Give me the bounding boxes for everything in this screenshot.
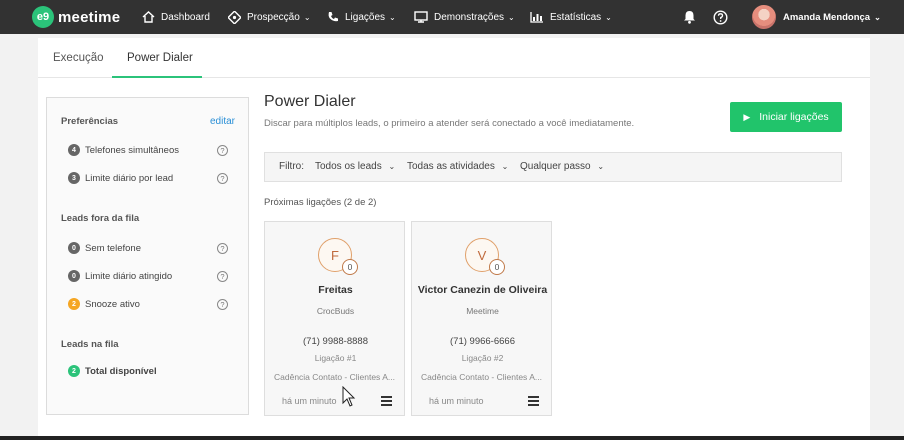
filter-leads-value: Todos os leads [315,161,382,172]
chevron-down-icon: ⌄ [605,12,612,22]
mouse-cursor-icon [342,386,356,407]
nav-estatisticas-label: Estatísticas [550,11,602,23]
pref-simultaneous-phones: 4 Telefones simultâneos [68,143,179,157]
count-badge: 0 [68,270,80,282]
filter-activities-value: Todas as atividades [407,161,495,172]
active-tab-indicator [112,76,202,78]
power-dialer-sidebar: Preferências editar 4 Telefones simultân… [46,97,249,415]
lead-cadence: Cadência Contato - Clientes A... [421,372,542,382]
lead-card[interactable]: V 0 Victor Canezin de Oliveira Meetime (… [411,221,552,416]
lead-name: Freitas [318,284,353,296]
chevron-down-icon: ⌄ [303,12,311,22]
queue-label: Total disponível [85,365,157,377]
nav-estatisticas[interactable]: Estatísticas ⌄ [530,0,612,34]
page-subtitle: Discar para múltiplos leads, o primeiro … [264,118,635,129]
nav-demonstracoes-label: Demonstrações [434,11,505,23]
phone-icon [328,12,338,22]
filter-label: Filtro: [279,161,304,172]
play-icon: ▶ [743,111,751,122]
nav-prospeccao-label: Prospecção [247,11,300,23]
nav-dashboard[interactable]: Dashboard [142,0,210,34]
notifications-bell-icon[interactable] [680,8,698,26]
chevron-down-icon: ⌄ [508,12,515,22]
monitor-icon [414,11,428,23]
out-of-queue-title: Leads fora da fila [61,213,140,224]
chevron-down-icon: ⌄ [501,162,509,171]
target-icon [228,10,241,24]
tabs-bar: Execução Power Dialer [38,38,870,78]
chevron-down-icon: ⌄ [874,12,881,22]
lead-cadence: Cadência Contato - Clientes A... [274,372,395,382]
nav-ligacoes[interactable]: Ligações ⌄ [327,0,396,34]
chevron-down-icon: ⌄ [389,12,396,22]
queue-total-available: 2 Total disponível [68,364,157,378]
user-avatar[interactable] [752,5,776,29]
start-calls-label: Iniciar ligações [759,111,829,123]
lead-call-number: Ligação #1 [314,353,357,363]
out-label: Snooze ativo [85,298,140,310]
out-snooze-active: 2 Snooze ativo [68,297,140,311]
in-queue-title: Leads na fila [61,339,119,350]
out-label: Limite diário atingido [85,270,173,282]
lead-company: Meetime [466,306,499,316]
help-icon[interactable]: ? [217,145,228,156]
count-badge: 2 [68,365,80,377]
nav-prospeccao[interactable]: Prospecção ⌄ [228,0,311,34]
chevron-down-icon: ⌄ [597,162,605,171]
help-icon[interactable]: ? [217,299,228,310]
lead-call-count-badge: 0 [489,259,505,275]
lead-time: há um minuto [282,396,337,406]
pref-daily-limit: 3 Limite diário por lead [68,171,173,185]
nav-dashboard-label: Dashboard [161,11,210,23]
filter-step-value: Qualquer passo [520,161,591,172]
filter-bar: Filtro: Todos os leads ⌄ Todas as ativid… [264,152,842,182]
lead-company: CrocBuds [316,306,355,316]
menu-icon[interactable] [381,396,392,406]
lead-phone: (71) 9988-8888 [303,336,368,347]
nav-demonstracoes[interactable]: Demonstrações ⌄ [414,0,515,34]
menu-icon[interactable] [528,396,539,406]
chart-icon [530,12,543,23]
out-daily-limit-reached: 0 Limite diário atingido [68,269,172,283]
lead-time: há um minuto [429,396,484,406]
filter-leads-dropdown[interactable]: Todos os leads ⌄ [315,161,395,172]
count-badge: 0 [68,242,80,254]
lead-card[interactable]: F 0 Freitas CrocBuds (71) 9988-8888 Liga… [264,221,405,416]
main-panel: Execução Power Dialer Preferências edita… [38,38,870,440]
meetime-logo[interactable]: e9 meetime [32,6,120,28]
logo-mark: e9 [32,6,54,28]
tab-execucao[interactable]: Execução [53,52,104,64]
edit-preferences-link[interactable]: editar [210,116,235,127]
lead-call-number: Ligação #2 [461,353,504,363]
count-badge: 3 [68,172,80,184]
start-calls-button[interactable]: ▶ Iniciar ligações [730,102,842,132]
help-icon[interactable]: ? [217,243,228,254]
tab-power-dialer[interactable]: Power Dialer [127,52,193,64]
preferences-title: Preferências [61,116,119,127]
out-no-phone: 0 Sem telefone [68,241,141,255]
lead-call-count-badge: 0 [342,259,358,275]
top-navigation-bar: e9 meetime Dashboard Prospecção ⌄ Ligaçõ… [0,0,904,34]
user-menu[interactable]: Amanda Mendonça ⌄ [783,0,881,34]
next-calls-label: Próximas ligações (2 de 2) [264,197,377,208]
logo-text: meetime [58,8,121,26]
out-label: Sem telefone [85,242,141,254]
lead-phone: (71) 9966-6666 [450,336,515,347]
pref-label: Limite diário por lead [85,172,174,184]
help-icon[interactable] [711,8,729,26]
lead-name: Victor Canezin de Oliveira [417,284,548,296]
count-badge: 2 [68,298,80,310]
filter-step-dropdown[interactable]: Qualquer passo ⌄ [520,161,604,172]
count-badge: 4 [68,144,80,156]
filter-activities-dropdown[interactable]: Todas as atividades ⌄ [407,161,508,172]
nav-ligacoes-label: Ligações [345,11,386,23]
chevron-down-icon: ⌄ [388,162,396,171]
help-icon[interactable]: ? [217,271,228,282]
home-icon [142,11,155,23]
pref-label: Telefones simultâneos [85,144,179,156]
help-icon[interactable]: ? [217,173,228,184]
user-name: Amanda Mendonça [783,11,871,23]
page-title: Power Dialer [264,93,356,110]
bottom-edge-bar [0,436,904,440]
